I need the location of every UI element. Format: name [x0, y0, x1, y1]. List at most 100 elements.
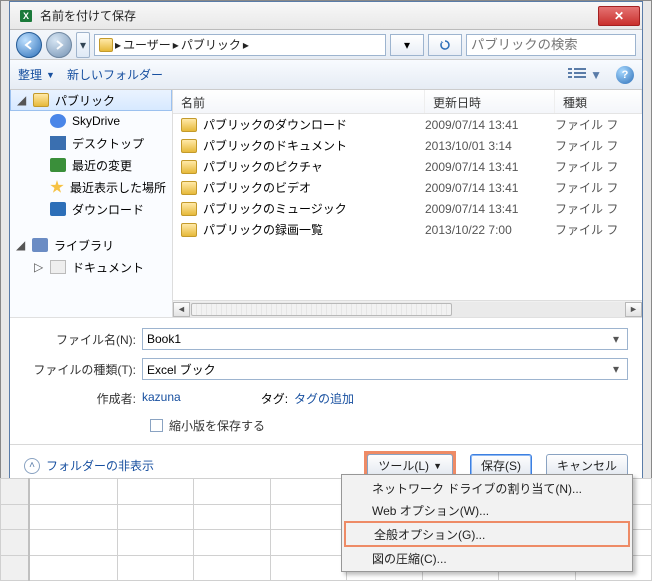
file-type: ファイル フ [555, 200, 642, 217]
file-date: 2009/07/14 13:41 [425, 181, 555, 195]
file-name: パブリックのピクチャ [203, 158, 323, 175]
nav-bar: ▾ ▸ ユーザー ▸ パブリック ▸ ▾ [10, 30, 642, 60]
sidebar-item-label: デスクトップ [72, 135, 144, 152]
file-type: ファイル フ [555, 116, 642, 133]
sidebar-item-label: ライブラリ [54, 237, 114, 254]
breadcrumb[interactable]: ▸ ユーザー ▸ パブリック ▸ [94, 34, 386, 56]
chevron-up-icon: ˄ [24, 458, 40, 474]
title-bar: X 名前を付けて保存 ✕ [10, 2, 642, 30]
nav-history-dropdown[interactable]: ▾ [76, 32, 90, 58]
expand-icon[interactable]: ▷ [34, 260, 44, 274]
save-form: ファイル名(N): Book1 ▾ ファイルの種類(T): Excel ブック … [10, 318, 642, 388]
file-date: 2013/10/01 3:14 [425, 139, 555, 153]
search-input[interactable] [466, 34, 636, 56]
file-date: 2013/10/22 7:00 [425, 223, 555, 237]
table-row[interactable]: パブリックのミュージック 2009/07/14 13:41ファイル フ [173, 198, 642, 219]
horizontal-scrollbar[interactable]: ◄ ► [173, 300, 642, 317]
save-thumbnail-label: 縮小版を保存する [169, 417, 265, 434]
filetype-select[interactable]: Excel ブック ▾ [142, 358, 628, 380]
new-folder-button[interactable]: 新しいフォルダー [67, 66, 163, 83]
cloud-icon [50, 114, 66, 128]
folder-icon [33, 93, 49, 107]
sidebar-item-libraries[interactable]: ◢ ライブラリ [10, 234, 172, 256]
menu-item-compress-pictures[interactable]: 図の圧縮(C)... [344, 547, 630, 569]
nav-back-button[interactable] [16, 32, 42, 58]
desktop-icon [50, 136, 66, 150]
tools-menu: ネットワーク ドライブの割り当て(N)... Web オプション(W)... 全… [341, 474, 633, 572]
view-icon [568, 68, 586, 82]
new-folder-label: 新しいフォルダー [67, 66, 163, 83]
column-date-header[interactable]: 更新日時 [425, 90, 555, 113]
expand-icon[interactable]: ◢ [17, 93, 27, 107]
chevron-down-icon: ▼ [433, 461, 442, 471]
tags-label: タグ: [261, 390, 288, 407]
menu-item-map-network-drive[interactable]: ネットワーク ドライブの割り当て(N)... [344, 477, 630, 499]
sidebar-item-downloads[interactable]: ダウンロード [10, 198, 172, 220]
document-icon [50, 260, 66, 274]
folder-icon [181, 202, 197, 216]
view-options-button[interactable]: ▼ [568, 68, 602, 82]
filetype-label: ファイルの種類(T): [24, 361, 136, 378]
folder-icon [181, 118, 197, 132]
save-thumbnail-checkbox[interactable] [150, 419, 163, 432]
menu-item-general-options[interactable]: 全般オプション(G)... [346, 523, 628, 545]
scroll-left-button[interactable]: ◄ [173, 302, 190, 317]
refresh-icon [439, 39, 451, 51]
filename-label: ファイル名(N): [24, 331, 136, 348]
filename-input[interactable]: Book1 ▾ [142, 328, 628, 350]
sidebar-item-label: 最近表示した場所 [70, 179, 166, 196]
table-row[interactable]: パブリックのドキュメント2013/10/01 3:14ファイル フ [173, 135, 642, 156]
filename-value: Book1 [147, 332, 181, 346]
column-name-header[interactable]: 名前 [173, 90, 425, 113]
svg-text:X: X [23, 11, 29, 21]
breadcrumb-segment[interactable]: パブリック [181, 36, 241, 53]
scroll-right-button[interactable]: ► [625, 302, 642, 317]
sidebar-item-skydrive[interactable]: SkyDrive [10, 110, 172, 132]
sidebar-item-documents[interactable]: ▷ ドキュメント [10, 256, 172, 278]
nav-forward-button[interactable] [46, 32, 72, 58]
file-name: パブリックのミュージック [203, 200, 347, 217]
table-row[interactable]: パブリックの録画一覧2013/10/22 7:00ファイル フ [173, 219, 642, 240]
chevron-down-icon[interactable]: ▾ [609, 362, 623, 376]
help-button[interactable]: ? [616, 66, 634, 84]
table-row[interactable]: パブリックのビデオ 2009/07/14 13:41ファイル フ [173, 177, 642, 198]
chevron-down-icon[interactable]: ▾ [609, 332, 623, 346]
file-name: パブリックのダウンロード [203, 116, 347, 133]
file-type: ファイル フ [555, 179, 642, 196]
sidebar-item-recent-places[interactable]: 最近表示した場所 [10, 176, 172, 198]
toolbar: 整理 ▼ 新しいフォルダー ▼ ? [10, 60, 642, 90]
author-label: 作成者: [24, 390, 136, 407]
sidebar-item-recent-changes[interactable]: 最近の変更 [10, 154, 172, 176]
hide-folders-label: フォルダーの非表示 [46, 457, 154, 474]
excel-app-icon: X [18, 8, 34, 24]
file-date: 2009/07/14 13:41 [425, 202, 555, 216]
refresh-button[interactable] [428, 34, 462, 56]
tools-label: ツール(L) [378, 457, 429, 474]
sidebar: ◢ パブリック SkyDrive デスクトップ 最近の変更 最近表示した場所 [10, 90, 173, 317]
file-type: ファイル フ [555, 158, 642, 175]
table-row[interactable]: パブリックのピクチャ2009/07/14 13:41ファイル フ [173, 156, 642, 177]
tags-value[interactable]: タグの追加 [294, 390, 354, 407]
hide-folders-button[interactable]: ˄ フォルダーの非表示 [24, 457, 154, 474]
window-close-button[interactable]: ✕ [598, 6, 640, 26]
scroll-track[interactable] [190, 302, 625, 317]
menu-item-web-options[interactable]: Web オプション(W)... [344, 499, 630, 521]
file-name: パブリックのビデオ [203, 179, 311, 196]
organize-button[interactable]: 整理 ▼ [18, 66, 55, 83]
sidebar-item-label: SkyDrive [72, 114, 120, 128]
dialog-title: 名前を付けて保存 [40, 7, 598, 24]
folder-icon [181, 181, 197, 195]
breadcrumb-segment[interactable]: ユーザー [123, 36, 171, 53]
scroll-thumb[interactable] [191, 303, 452, 316]
column-headers: 名前 更新日時 種類 [173, 90, 642, 114]
expand-icon[interactable]: ◢ [16, 238, 26, 252]
cancel-label: キャンセル [557, 457, 617, 474]
sidebar-item-label: ダウンロード [72, 201, 144, 218]
column-type-header[interactable]: 種類 [555, 90, 642, 113]
sidebar-item-desktop[interactable]: デスクトップ [10, 132, 172, 154]
file-name: パブリックの録画一覧 [203, 221, 323, 238]
sidebar-item-public[interactable]: ◢ パブリック [10, 90, 172, 111]
table-row[interactable]: パブリックのダウンロード2009/07/14 13:41ファイル フ [173, 114, 642, 135]
author-value[interactable]: kazuna [142, 390, 181, 407]
breadcrumb-dropdown[interactable]: ▾ [390, 34, 424, 56]
